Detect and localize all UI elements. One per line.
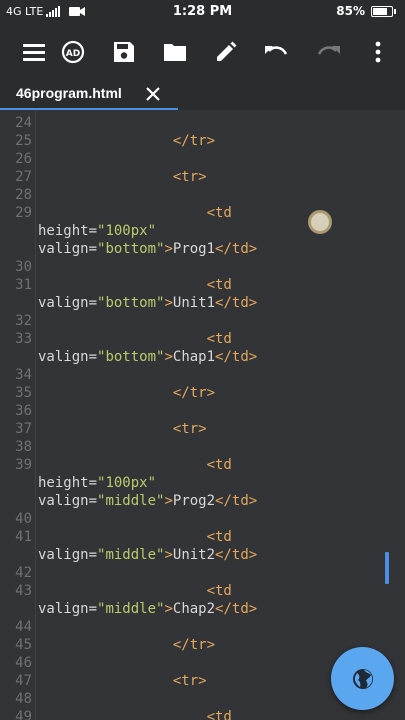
line-number: 34 — [15, 367, 32, 383]
line-number — [0, 600, 32, 618]
scrollbar-thumb[interactable] — [385, 552, 389, 584]
code-line: valign="bottom">Prog1</td> — [38, 241, 258, 257]
pencil-icon — [217, 41, 237, 61]
redo-button[interactable] — [312, 36, 344, 68]
line-number: 33 — [15, 331, 32, 347]
line-number: 44 — [15, 619, 32, 635]
code-line: <td — [206, 583, 232, 599]
folder-icon — [164, 44, 186, 61]
redo-icon — [317, 46, 340, 55]
line-number: 48 — [15, 691, 32, 707]
menu-button[interactable] — [18, 36, 50, 68]
more-vert-icon — [375, 41, 381, 63]
code-line: <td — [206, 457, 232, 473]
code-line: <tr> — [172, 421, 207, 437]
code-line: <td — [206, 205, 232, 221]
line-number: 32 — [15, 313, 32, 329]
line-number: 24 — [15, 115, 32, 131]
line-number: 31 — [15, 277, 32, 293]
close-icon[interactable] — [143, 84, 163, 104]
line-number: 47 — [15, 673, 32, 689]
code-line: height="100px" — [38, 475, 157, 491]
line-number: 49 — [15, 709, 32, 720]
line-number: 42 — [15, 565, 32, 581]
line-number: 45 — [15, 637, 32, 653]
undo-icon — [265, 46, 288, 55]
code-editor[interactable]: 24 25 </tr> 26 27 <tr> 28 29 <td height="100px… — [0, 110, 405, 720]
line-number — [0, 240, 32, 258]
line-number: 46 — [15, 655, 32, 671]
line-number: 30 — [15, 259, 32, 275]
edit-button[interactable] — [210, 36, 242, 68]
undo-button[interactable] — [261, 36, 293, 68]
ad-icon: AD — [61, 40, 85, 64]
save-icon — [114, 42, 134, 62]
code-line: <td — [206, 277, 232, 293]
svg-text:AD: AD — [66, 49, 80, 59]
file-tab[interactable]: 46program.html — [0, 78, 178, 110]
globe-icon — [352, 668, 373, 689]
code-line: </tr> — [172, 637, 216, 653]
open-folder-button[interactable] — [159, 36, 191, 68]
line-number — [0, 492, 32, 510]
line-number — [0, 546, 32, 564]
line-number — [0, 222, 32, 240]
line-number: 38 — [15, 439, 32, 455]
code-line: valign="bottom">Unit1</td> — [38, 295, 258, 311]
code-line: </tr> — [172, 133, 216, 149]
battery-status: 85% — [336, 4, 396, 18]
line-number: 26 — [15, 151, 32, 167]
toolbar: AD — [0, 26, 405, 78]
battery-icon — [371, 5, 396, 17]
code-line: valign="middle">Unit2</td> — [38, 547, 258, 563]
line-number: 36 — [15, 403, 32, 419]
hamburger-icon — [23, 44, 45, 61]
line-number: 37 — [15, 421, 32, 437]
code-line: <td — [206, 331, 232, 347]
code-line: </tr> — [172, 385, 216, 401]
code-line: <td — [206, 709, 232, 720]
line-number: 27 — [15, 169, 32, 185]
line-number: 28 — [15, 187, 32, 203]
line-number — [0, 348, 32, 366]
code-line: <tr> — [172, 169, 207, 185]
line-number: 35 — [15, 385, 32, 401]
line-number — [0, 474, 32, 492]
preview-in-browser-button[interactable] — [331, 647, 394, 710]
save-button[interactable] — [108, 36, 140, 68]
more-button[interactable] — [362, 36, 394, 68]
code-line: valign="bottom">Chap1</td> — [38, 349, 258, 365]
text-cursor-handle[interactable] — [308, 210, 332, 234]
tab-filename: 46program.html — [16, 85, 122, 101]
ad-button[interactable]: AD — [57, 36, 89, 68]
status-bar: 4G LTE 1:28 PM 85% — [0, 0, 405, 26]
line-number: 25 — [15, 133, 32, 149]
code-line: valign="middle">Chap2</td> — [38, 601, 258, 617]
line-number: 41 — [15, 529, 32, 545]
code-line: <td — [206, 529, 232, 545]
line-number: 29 — [15, 205, 32, 221]
battery-percent: 85% — [336, 4, 365, 18]
line-number: 43 — [15, 583, 32, 599]
tab-bar: 46program.html — [0, 78, 405, 110]
line-number: 40 — [15, 511, 32, 527]
code-line: valign="middle">Prog2</td> — [38, 493, 258, 509]
line-number: 39 — [15, 457, 32, 473]
code-line: <tr> — [172, 673, 207, 689]
line-number — [0, 294, 32, 312]
code-line: height="100px" — [38, 223, 157, 239]
